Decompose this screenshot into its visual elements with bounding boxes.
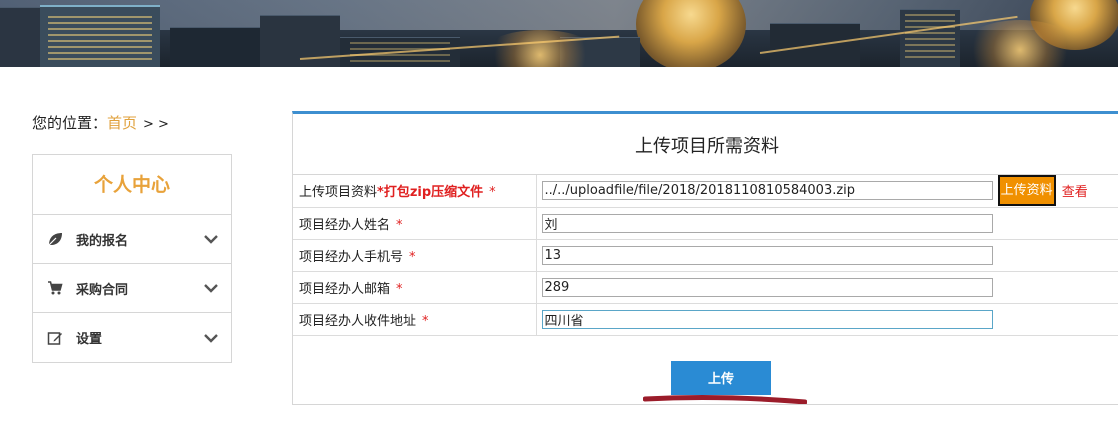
upload-hint: 打包zip压缩文件 [383,185,484,201]
upload-label: 上传项目资料 [299,185,378,201]
upload-file-button[interactable]: 上传资料 [997,175,1056,207]
sidebar-item-my-registrations[interactable]: 我的报名 [33,215,231,264]
sidebar-item-label: 我的报名 [76,233,129,249]
required-star: * [377,185,384,201]
sidebar: 个人中心 我的报名 采购合同 设置 [32,154,232,363]
breadcrumb-home-link[interactable]: 首页 [107,114,137,132]
form-value: 上传资料 查看 [536,175,1118,208]
leaf-icon [46,230,64,248]
form-table: 上传项目资料*打包zip压缩文件* 上传资料 查看 项目经办人姓名* 项目经办人… [293,175,1118,336]
required-star: * [396,281,403,297]
form-value [536,239,1118,272]
view-file-link[interactable]: 查看 [1062,185,1088,200]
chevron-down-icon [203,330,219,346]
upload-form-panel: 上传项目所需资料 上传项目资料*打包zip压缩文件* 上传资料 查看 项目经办人… [292,111,1118,405]
sidebar-item-label: 采购合同 [76,282,129,298]
form-row-upload: 上传项目资料*打包zip压缩文件* 上传资料 查看 [293,175,1118,208]
chevron-down-icon [203,231,219,247]
breadcrumb: 您的位置：首页 > > [32,112,169,133]
form-label: 项目经办人邮箱 * [293,271,537,304]
required-star: * [409,249,416,265]
red-underline-annotation [643,394,807,404]
form-label: 项目经办人姓名 * [293,207,537,240]
handler-email-input[interactable] [541,277,993,297]
form-row-email: 项目经办人邮箱 * [293,271,1118,304]
submit-upload-button[interactable]: 上传 [671,360,771,395]
required-star: * [396,217,403,233]
form-value [536,207,1118,240]
submit-area: 上传 [293,336,1118,426]
upload-path-input[interactable] [541,181,993,201]
edit-icon [46,329,64,347]
form-row-address: 项目经办人收件地址 * [293,303,1118,336]
form-value [536,303,1118,336]
breadcrumb-separator: > > [143,117,169,132]
form-label: 上传项目资料*打包zip压缩文件 * [293,175,537,208]
handler-phone-input[interactable] [541,245,993,265]
required-star: * [489,185,496,201]
sidebar-item-settings[interactable]: 设置 [33,313,231,362]
form-value [536,271,1118,304]
form-label: 项目经办人收件地址 * [293,303,537,336]
form-row-phone: 项目经办人手机号 * [293,239,1118,272]
sidebar-title: 个人中心 [33,155,231,215]
form-row-name: 项目经办人姓名 * [293,207,1118,240]
sidebar-item-label: 设置 [76,332,103,347]
field-label: 项目经办人手机号 [299,249,404,265]
chevron-down-icon [203,280,219,296]
cart-icon [46,279,64,297]
header-banner-image [0,0,1118,67]
form-label: 项目经办人手机号 * [293,239,537,272]
sidebar-item-purchase-contracts[interactable]: 采购合同 [33,264,231,313]
field-label: 项目经办人姓名 [299,217,391,233]
required-star: * [422,313,429,329]
form-title: 上传项目所需资料 [293,114,1118,175]
breadcrumb-prefix: 您的位置： [32,114,108,132]
handler-name-input[interactable] [541,213,993,233]
field-label: 项目经办人收件地址 [299,313,417,329]
handler-address-input[interactable] [541,309,993,329]
field-label: 项目经办人邮箱 [299,281,391,297]
